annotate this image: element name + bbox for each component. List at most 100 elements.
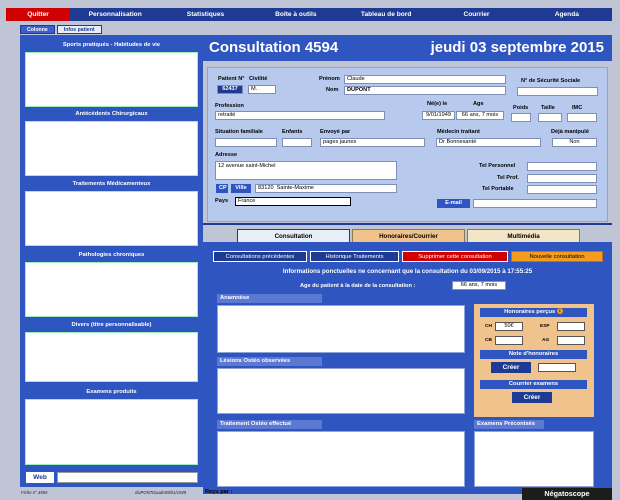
esp-field[interactable] xyxy=(557,322,585,331)
nouvelle-consultation-button[interactable]: Nouvelle consultation xyxy=(511,251,603,262)
tel-prof-field[interactable] xyxy=(527,174,597,183)
tab-infos-patient[interactable]: Infos patient xyxy=(56,25,102,34)
cp-label: CP xyxy=(216,184,228,193)
top-menu-bar: Quitter Personnalisation Statistiques Bo… xyxy=(6,8,612,21)
consultation-header: Consultation 4594 jeudi 03 septembre 201… xyxy=(203,35,612,61)
email-button[interactable]: E-mail xyxy=(437,199,470,208)
menu-boite-outils[interactable]: Boîte à outils xyxy=(251,8,341,21)
page-title: Consultation 4594 xyxy=(209,39,339,56)
tel-portable-field[interactable] xyxy=(527,185,597,194)
prenom-field[interactable]: Claude xyxy=(344,75,506,84)
negatoscope-button[interactable]: Négatoscope xyxy=(522,488,612,500)
divider xyxy=(203,223,612,225)
tab-consultation[interactable]: Consultation xyxy=(237,229,350,242)
cb-label: CB xyxy=(485,338,492,343)
antecedents-heading: Antécédents Chirurgicaux xyxy=(75,111,148,117)
antecedents-field[interactable] xyxy=(25,121,198,176)
civilite-label: Civilité xyxy=(249,76,268,82)
menu-personnalisation[interactable]: Personnalisation xyxy=(70,8,160,21)
age-label: Age xyxy=(473,101,484,107)
poids-field[interactable] xyxy=(511,113,531,122)
envoye-label: Envoyé par xyxy=(320,129,351,135)
secu-label: N° de Sécurité Sociale xyxy=(521,78,581,84)
web-input[interactable] xyxy=(57,472,198,483)
menu-courrier[interactable]: Courrier xyxy=(431,8,521,21)
divers-heading: Divers (titre personnalisable) xyxy=(71,322,152,328)
profession-field[interactable]: retraité xyxy=(215,111,385,120)
anamnese-field[interactable] xyxy=(217,305,465,353)
ch-label: CH xyxy=(485,324,492,329)
info-line: Informations ponctuelles ne concernant q… xyxy=(282,268,533,275)
footer-fiche: Fiche n° 4594 xyxy=(21,490,48,495)
cb-field[interactable] xyxy=(495,336,523,345)
medecin-field[interactable]: Dr Bonnesanté xyxy=(436,138,541,147)
traitements-field[interactable] xyxy=(25,191,198,246)
patient-num-label: Patient N° xyxy=(218,76,245,82)
menu-statistiques[interactable]: Statistiques xyxy=(160,8,250,21)
menu-quitter[interactable]: Quitter xyxy=(6,8,70,21)
lesions-field[interactable] xyxy=(217,368,465,414)
menu-tableau-de-bord[interactable]: Tableau de bord xyxy=(341,8,431,21)
enfants-label: Enfants xyxy=(282,129,303,135)
imc-label: IMC xyxy=(572,105,583,111)
patient-card: Patient N° 62437 Civilité M. Prénom Clau… xyxy=(207,67,608,222)
ag-field[interactable] xyxy=(557,336,585,345)
supprimer-consultation-button[interactable]: Supprimer cette consultation xyxy=(402,251,508,262)
ne-field[interactable]: 9/01/1949 xyxy=(422,111,455,120)
ag-label: AG xyxy=(542,338,550,343)
envoye-field[interactable]: pages jaunes xyxy=(320,138,425,147)
nom-field[interactable]: DUPONT xyxy=(344,86,506,95)
left-column: Sports pratiqués - Habitudes de vie Anté… xyxy=(20,35,203,487)
honoraires-heading: Honoraires perçus i xyxy=(480,308,587,317)
medecin-label: Médecin traitant xyxy=(437,129,480,135)
divers-field[interactable] xyxy=(25,332,198,382)
imc-field[interactable] xyxy=(567,113,597,122)
patient-num: 62437 xyxy=(217,85,243,94)
pays-field[interactable]: France xyxy=(235,197,351,206)
tab-colonne[interactable]: Colonne xyxy=(20,25,55,34)
creer-courrier-button[interactable]: Créer xyxy=(512,392,552,403)
traitements-heading: Traitements Médicamenteux xyxy=(72,181,151,187)
tab-honoraires[interactable]: Honoraires/Courrier xyxy=(352,229,465,242)
examens-preconises-heading: Examens Préconisés xyxy=(474,420,544,429)
examens-produits-heading: Examens produits xyxy=(86,389,137,395)
consultations-precedentes-button[interactable]: Consultations précédentes xyxy=(213,251,307,262)
traitement-heading: Traitement Ostéo effectué xyxy=(217,420,322,429)
deja-field[interactable]: Non xyxy=(552,138,597,147)
traitement-field[interactable] xyxy=(217,431,465,487)
info-icon[interactable]: i xyxy=(556,308,563,315)
web-label: Web xyxy=(26,472,54,483)
examens-produits-field[interactable] xyxy=(25,399,198,465)
menu-agenda[interactable]: Agenda xyxy=(522,8,612,21)
deja-label: Déjà manipulé xyxy=(551,129,589,135)
ne-label: Né(e) le xyxy=(427,101,448,107)
nom-label: Nom xyxy=(326,87,339,93)
creer-note-button[interactable]: Créer xyxy=(491,362,531,373)
note-field[interactable] xyxy=(538,363,576,372)
taille-field[interactable] xyxy=(538,113,562,122)
cp-ville-field[interactable]: 83120 Sainte-Maxime xyxy=(255,184,397,193)
ch-field[interactable]: 50€ xyxy=(495,322,523,331)
pathologies-field[interactable] xyxy=(25,262,198,317)
email-field[interactable] xyxy=(473,199,597,208)
tel-prof-label: Tel Prof. xyxy=(497,175,519,181)
tel-perso-field[interactable] xyxy=(527,162,597,171)
situation-field[interactable] xyxy=(215,138,277,147)
sports-field[interactable] xyxy=(25,52,198,107)
prenom-label: Prénom xyxy=(319,76,340,82)
footer-user: dUPONTclaude09/01/1949 xyxy=(135,490,187,495)
tel-portable-label: Tel Portable xyxy=(482,186,514,192)
enfants-field[interactable] xyxy=(282,138,312,147)
historique-traitements-button[interactable]: Historique Traitements xyxy=(310,251,399,262)
secu-field[interactable] xyxy=(517,87,598,96)
ville-value: Sainte-Maxime xyxy=(276,185,314,191)
adresse-field[interactable]: 12 avenue saint-Michel xyxy=(215,161,397,180)
anamnese-heading: Anamnèse xyxy=(217,294,322,303)
lesions-heading: Lésions Ostéo observées xyxy=(217,357,322,366)
civilite-field[interactable]: M. xyxy=(248,85,276,94)
examens-preconises-field[interactable] xyxy=(474,431,594,487)
situation-label: Situation familiale xyxy=(215,129,263,135)
tab-multimedia[interactable]: Multimédia xyxy=(467,229,580,242)
age-consultation-field: 66 ans, 7 mois xyxy=(452,281,506,290)
honoraires-title: Honoraires perçus xyxy=(504,309,556,315)
